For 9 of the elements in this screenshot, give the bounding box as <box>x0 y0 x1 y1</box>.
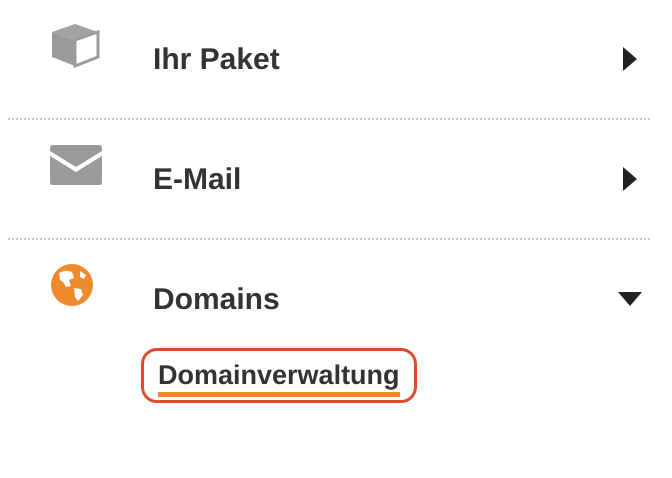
envelope-icon <box>50 145 102 185</box>
caret-down-icon[interactable] <box>618 292 642 306</box>
menu-item[interactable]: Ihr Paket <box>153 36 610 82</box>
menu-item[interactable]: Domains <box>153 276 610 322</box>
caret-right-icon[interactable] <box>623 47 637 71</box>
cube-icon <box>50 22 100 68</box>
caret-right-icon[interactable] <box>623 167 637 191</box>
globe-icon <box>50 263 94 307</box>
menu-item[interactable]: E-Mail <box>153 156 610 202</box>
